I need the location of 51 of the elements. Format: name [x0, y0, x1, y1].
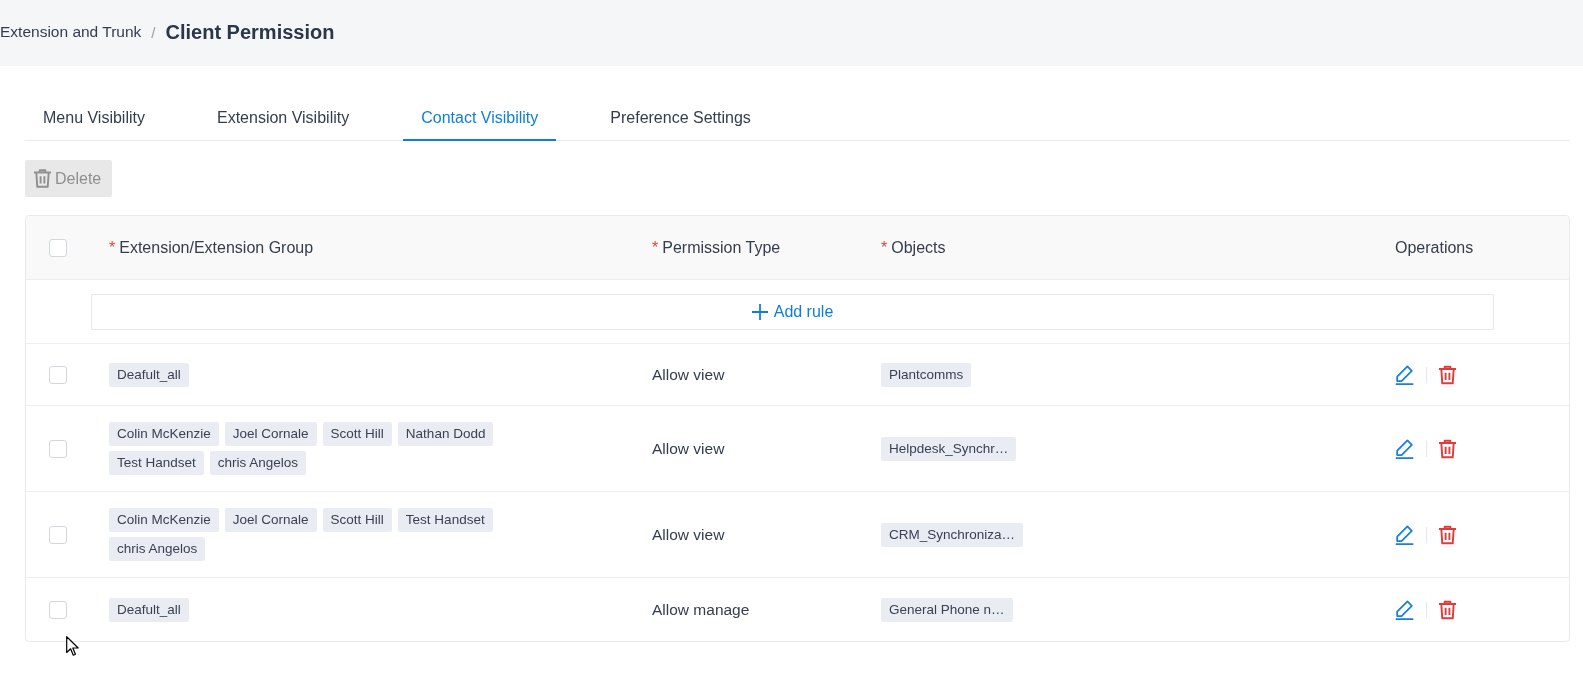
required-mark: *: [881, 238, 888, 257]
extension-tag: Test Handset: [109, 451, 204, 475]
tab[interactable]: Preference Settings: [592, 100, 769, 141]
required-mark: *: [652, 238, 659, 257]
tab[interactable]: Menu Visibility: [25, 100, 163, 141]
object-tag: General Phone n…: [881, 597, 1013, 622]
pencil-icon[interactable]: [1395, 364, 1414, 385]
extension-tag: chris Angelos: [209, 451, 307, 475]
trash-icon[interactable]: [1438, 599, 1457, 620]
object-tag: Plantcomms: [881, 362, 972, 387]
pencil-icon[interactable]: [1395, 599, 1414, 620]
extension-tag: Colin McKenzie: [109, 508, 219, 532]
extension-tag: Scott Hill: [322, 508, 392, 532]
breadcrumb-separator: /: [151, 23, 156, 41]
checkbox[interactable]: [49, 365, 67, 384]
extension-tag: Joel Cornale: [224, 508, 317, 532]
trash-icon[interactable]: [1438, 438, 1457, 459]
trash-icon[interactable]: [1438, 524, 1457, 545]
column-header: Permission Type: [662, 238, 781, 257]
permission-type: Allow view: [652, 365, 725, 384]
extension-tag: Test Handset: [397, 508, 493, 532]
tab[interactable]: Contact Visibility: [403, 100, 557, 141]
checkbox[interactable]: [49, 600, 67, 619]
object-tag: CRM_Synchroniza…: [881, 522, 1024, 547]
checkbox[interactable]: [49, 238, 67, 257]
extension-tag: Colin McKenzie: [109, 422, 219, 446]
pencil-icon[interactable]: [1395, 438, 1414, 459]
permission-type: Allow manage: [652, 600, 750, 619]
pencil-icon[interactable]: [1395, 524, 1414, 545]
permission-type: Allow view: [652, 525, 725, 544]
checkbox[interactable]: [49, 439, 67, 458]
permission-type: Allow view: [652, 439, 725, 458]
required-mark: *: [109, 238, 116, 257]
trash-icon[interactable]: [1438, 364, 1457, 385]
column-header: Extension/Extension Group: [119, 238, 314, 257]
checkbox[interactable]: [49, 525, 67, 544]
extension-tag: Joel Cornale: [224, 422, 317, 446]
object-tag: Helpdesk_Synchr…: [881, 436, 1017, 461]
extension-tag: Deafult_all: [109, 597, 189, 622]
trash-icon: [33, 168, 52, 189]
extension-tag: Scott Hill: [322, 422, 392, 446]
page-title: Client Permission: [165, 20, 335, 44]
extension-tag: Nathan Dodd: [397, 422, 494, 446]
tab[interactable]: Extension Visibility: [198, 100, 368, 141]
plus-icon: [751, 303, 768, 320]
column-header: Objects: [891, 238, 946, 257]
extension-tag: Deafult_all: [109, 362, 189, 387]
breadcrumb-link[interactable]: Extension and Trunk: [0, 23, 142, 41]
extension-tag: chris Angelos: [109, 537, 206, 561]
add-rule-button[interactable]: Add rule: [91, 293, 1494, 330]
column-header: Operations: [1395, 238, 1474, 257]
